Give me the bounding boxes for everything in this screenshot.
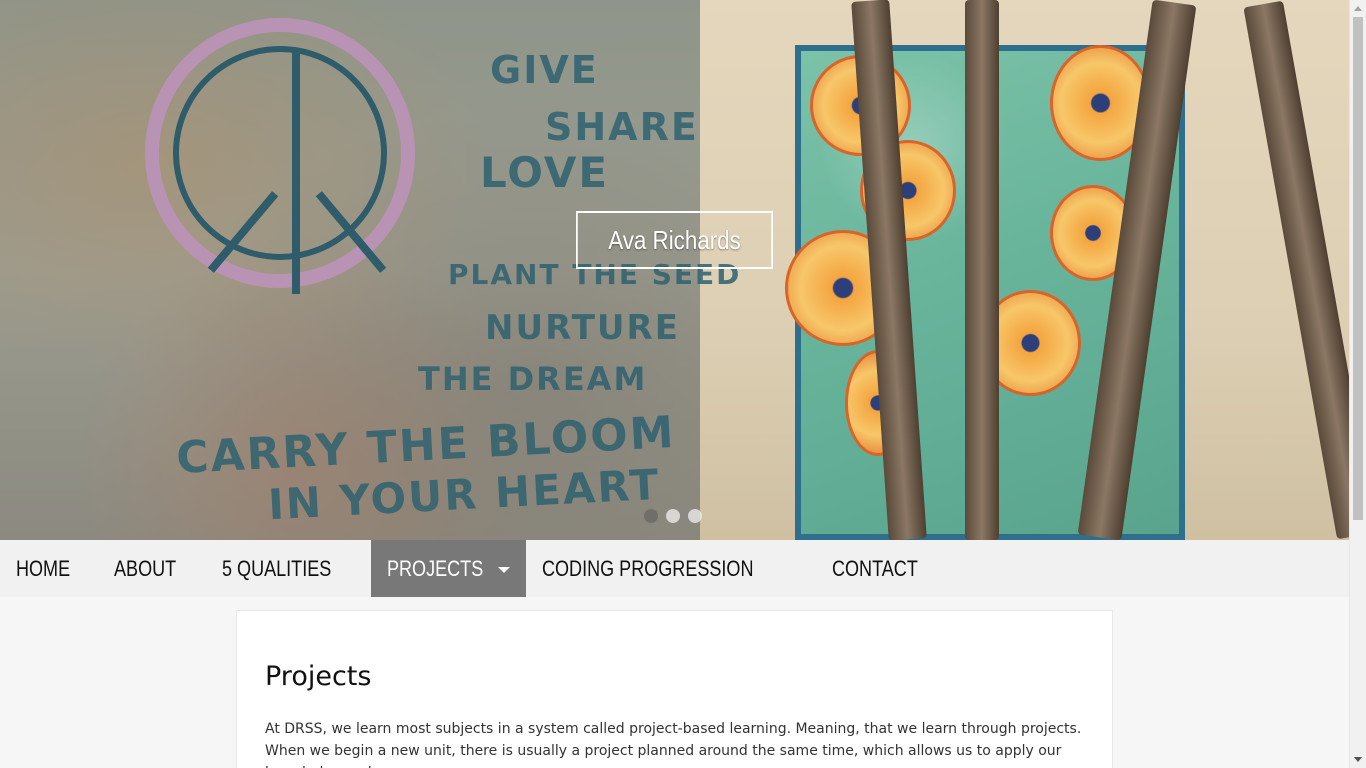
peace-sign-graffiti <box>145 18 415 294</box>
carousel-dot[interactable] <box>644 509 658 523</box>
vertical-scrollbar[interactable] <box>1349 0 1366 768</box>
main-nav: HOME ABOUT 5 QUALITIES PROJECTS CODING P… <box>0 540 1349 597</box>
nav-item-home[interactable]: HOME <box>0 540 98 597</box>
scroll-down-arrow-icon[interactable] <box>1354 757 1362 762</box>
nav-item-label: CONTACT <box>832 555 919 581</box>
nav-item-label: PROJECTS <box>387 555 484 581</box>
wall-text-line: SHARE <box>545 105 699 149</box>
nav-item-projects[interactable]: PROJECTS <box>371 540 527 597</box>
wall-text-line: NURTURE <box>485 308 680 348</box>
nav-item-5-qualities[interactable]: 5 QUALITIES <box>206 540 371 597</box>
hero-carousel: GIVE SHARE LOVE PLANT THE SEED NURTURE T… <box>0 0 1349 540</box>
nav-item-coding-progression[interactable]: CODING PROGRESSION <box>526 540 816 597</box>
scroll-up-arrow-icon[interactable] <box>1354 6 1362 11</box>
intro-paragraph: At DRSS, we learn most subjects in a sys… <box>265 721 1082 768</box>
wall-text-line: GIVE <box>490 48 599 92</box>
page: GIVE SHARE LOVE PLANT THE SEED NURTURE T… <box>0 0 1366 768</box>
tree-trunk <box>965 0 999 540</box>
content-card: Projects At DRSS, we learn most subjects… <box>236 610 1113 768</box>
carousel-indicators <box>644 509 702 523</box>
page-title: Projects <box>265 661 372 692</box>
carousel-dot[interactable] <box>666 509 680 523</box>
wall-text-line: THE DREAM <box>418 360 648 398</box>
caret-down-icon <box>498 566 511 573</box>
nav-item-label: ABOUT <box>114 555 177 581</box>
nav-item-contact[interactable]: CONTACT <box>816 540 953 597</box>
carousel-dot[interactable] <box>688 509 702 523</box>
wall-text-line: LOVE <box>480 148 610 197</box>
hero-title[interactable]: Ava Richards <box>576 211 773 269</box>
nav-item-label: HOME <box>16 555 71 581</box>
nav-item-label: 5 QUALITIES <box>221 555 332 581</box>
nav-item-about[interactable]: ABOUT <box>98 540 206 597</box>
nav-item-label: CODING PROGRESSION <box>542 555 754 581</box>
scrollbar-thumb[interactable] <box>1353 17 1363 520</box>
